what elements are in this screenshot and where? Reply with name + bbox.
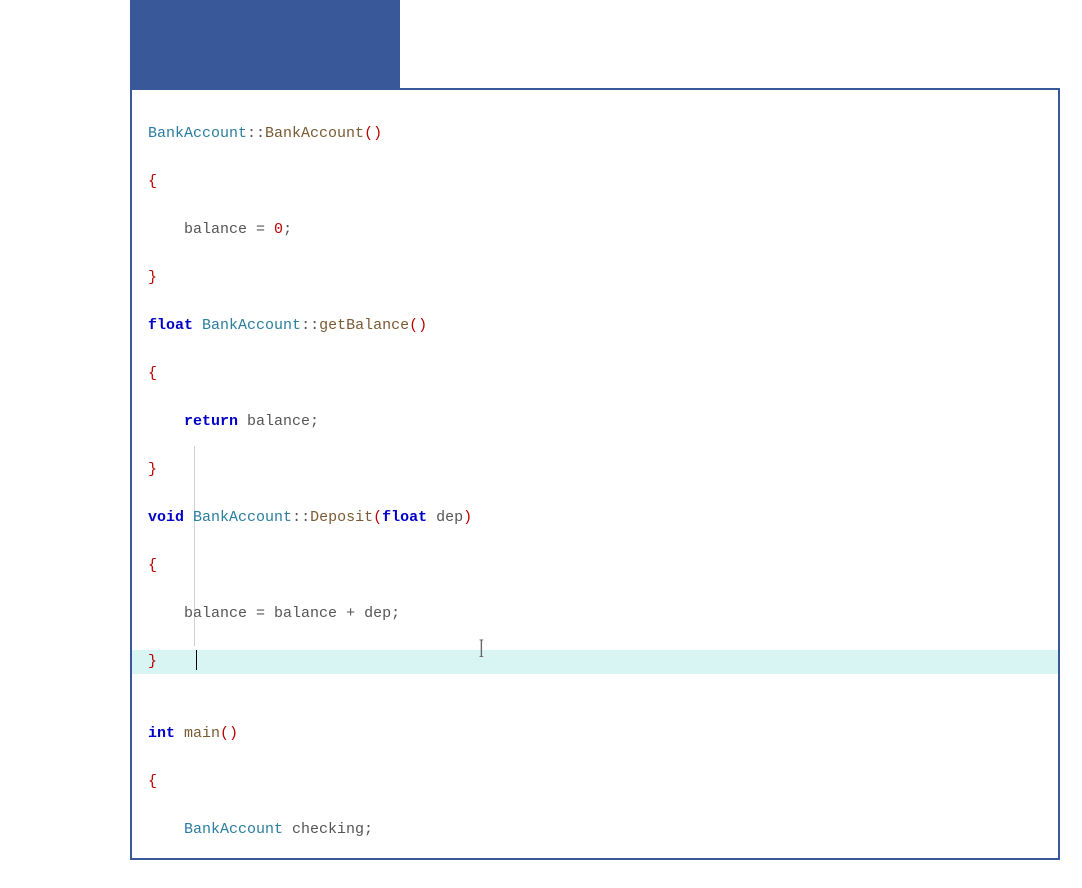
code-line[interactable]: balance = balance + dep; xyxy=(148,602,1058,626)
class-name: BankAccount xyxy=(148,125,247,142)
code-line[interactable]: } xyxy=(148,650,1058,674)
code-line[interactable]: float BankAccount::getBalance() xyxy=(148,314,1058,338)
code-line[interactable]: } xyxy=(148,458,1058,482)
code-line[interactable]: BankAccount checking; xyxy=(148,818,1058,842)
code-editor[interactable]: I BankAccount::BankAccount() { balance =… xyxy=(130,88,1060,860)
code-line[interactable]: { xyxy=(148,362,1058,386)
code-line[interactable]: } xyxy=(148,266,1058,290)
code-line[interactable]: { xyxy=(148,170,1058,194)
code-line[interactable]: { xyxy=(148,770,1058,794)
code-line[interactable]: return balance; xyxy=(148,410,1058,434)
ibeam-cursor-icon: I xyxy=(479,634,484,664)
tab-bar[interactable] xyxy=(130,0,400,88)
text-caret xyxy=(196,650,197,670)
code-line[interactable]: balance = 0; xyxy=(148,218,1058,242)
code-line[interactable]: void BankAccount::Deposit(float dep) xyxy=(148,506,1058,530)
ctor-name: BankAccount xyxy=(265,125,364,142)
code-line[interactable]: { xyxy=(148,554,1058,578)
code-line[interactable]: BankAccount::BankAccount() xyxy=(148,122,1058,146)
code-content[interactable]: BankAccount::BankAccount() { balance = 0… xyxy=(132,90,1058,860)
code-line[interactable]: int main() xyxy=(148,722,1058,746)
